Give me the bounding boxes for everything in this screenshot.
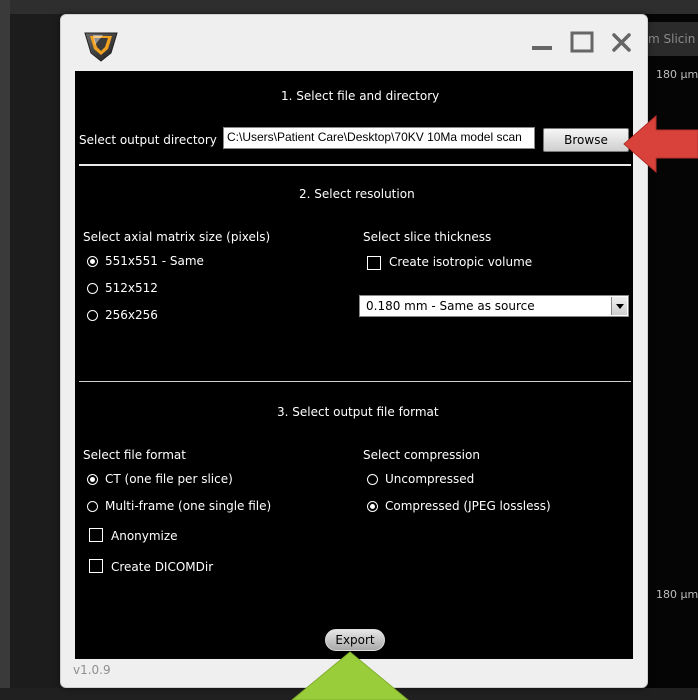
export-button[interactable]: Export xyxy=(325,629,385,651)
create-dicomdir-checkbox[interactable] xyxy=(89,559,103,573)
scale-label-bottom: 180 µm xyxy=(656,588,698,601)
format-option-ct-label: CT (one file per slice) xyxy=(105,472,233,486)
annotation-arrow-red-icon xyxy=(623,114,698,174)
compression-label: Select compression xyxy=(363,448,480,462)
background-viewport-title: m Slicin xyxy=(648,32,696,46)
version-label: v1.0.9 xyxy=(73,663,111,677)
section-2-title: 2. Select resolution xyxy=(299,187,415,201)
background-app-toolbar xyxy=(0,0,698,14)
isotropic-volume-checkbox[interactable] xyxy=(367,256,381,270)
output-directory-label: Select output directory xyxy=(79,133,217,147)
compression-option-uncompressed-label: Uncompressed xyxy=(385,472,475,486)
section-divider-2 xyxy=(79,381,631,382)
matrix-radio-551[interactable] xyxy=(87,256,98,267)
export-dialog: 1. Select file and directory Select outp… xyxy=(60,14,648,688)
section-3-title: 3. Select output file format xyxy=(277,405,439,419)
browse-button[interactable]: Browse xyxy=(543,128,629,152)
format-option-multiframe-label: Multi-frame (one single file) xyxy=(105,499,272,513)
chevron-down-icon[interactable] xyxy=(611,297,627,315)
format-radio-multiframe[interactable] xyxy=(87,501,98,512)
matrix-option-551-label: 551x551 - Same xyxy=(105,254,204,268)
close-icon[interactable] xyxy=(609,29,635,55)
maximize-icon[interactable] xyxy=(569,29,595,55)
slice-thickness-select[interactable]: 0.180 mm - Same as source xyxy=(359,295,629,317)
export-settings-panel: 1. Select file and directory Select outp… xyxy=(75,71,633,659)
output-directory-field[interactable]: C:\Users\Patient Care\Desktop\70KV 10Ma … xyxy=(223,127,535,149)
minimize-icon[interactable] xyxy=(529,29,555,55)
compression-radio-uncompressed[interactable] xyxy=(367,474,378,485)
app-logo-icon xyxy=(84,32,118,62)
compression-radio-jpeg-lossless[interactable] xyxy=(367,501,378,512)
matrix-option-256-label: 256x256 xyxy=(105,308,158,322)
format-radio-ct[interactable] xyxy=(87,474,98,485)
isotropic-volume-label: Create isotropic volume xyxy=(389,255,533,269)
anonymize-label: Anonymize xyxy=(111,529,178,543)
matrix-size-label: Select axial matrix size (pixels) xyxy=(83,230,271,244)
section-divider-1 xyxy=(79,164,631,166)
anonymize-checkbox[interactable] xyxy=(89,528,103,542)
section-1-title: 1. Select file and directory xyxy=(281,89,440,103)
slice-thickness-value: 0.180 mm - Same as source xyxy=(366,299,535,313)
matrix-radio-512[interactable] xyxy=(87,283,98,294)
slice-thickness-label: Select slice thickness xyxy=(363,230,492,244)
file-format-label: Select file format xyxy=(83,448,186,462)
matrix-radio-256[interactable] xyxy=(87,310,98,321)
annotation-arrow-green-icon xyxy=(291,651,409,700)
compression-option-jpeg-lossless-label: Compressed (JPEG lossless) xyxy=(385,499,551,513)
matrix-option-512-label: 512x512 xyxy=(105,281,158,295)
scale-label-top: 180 µm xyxy=(656,68,698,81)
background-app-left-edge xyxy=(0,0,10,700)
create-dicomdir-label: Create DICOMDir xyxy=(111,560,214,574)
